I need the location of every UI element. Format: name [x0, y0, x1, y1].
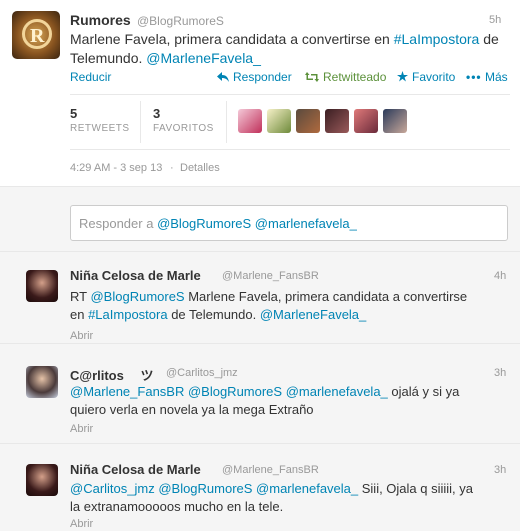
avatar[interactable] — [354, 109, 378, 133]
tweet-text-part: de — [479, 31, 499, 47]
reply-input[interactable]: Responder a @BlogRumoreS @marlenefavela_ — [70, 205, 508, 241]
avatar[interactable]: R — [12, 11, 60, 59]
more-icon: ••• — [466, 70, 482, 84]
author-name[interactable]: Niña Celosa de Marle — [70, 462, 201, 477]
retweet-label: Retwitteado — [323, 70, 387, 84]
author-handle[interactable]: @Carlitos_jmz — [166, 367, 238, 379]
open-link[interactable]: Abrir — [70, 423, 93, 435]
mention-link[interactable]: @BlogRumoreS — [90, 289, 184, 304]
tweet-time[interactable]: 3h — [494, 464, 506, 476]
tweet-time[interactable]: 3h — [494, 367, 506, 379]
divider — [140, 101, 141, 143]
author-handle[interactable]: @BlogRumoreS — [137, 14, 224, 28]
reply-button[interactable]: Responder — [217, 70, 292, 84]
mention-link[interactable]: @Marlene_FansBR @BlogRumoreS @marlenefav… — [70, 384, 388, 399]
collapse-link[interactable]: Reducir — [70, 70, 111, 84]
tweet-text-part: quiero verla en novela ya la mega Extrañ… — [70, 402, 314, 417]
reply-placeholder: Responder a — [79, 216, 158, 231]
avatar[interactable] — [296, 109, 320, 133]
list-item[interactable]: C@rlitos ツ @Carlitos_jmz 3h @Marlene_Fan… — [0, 352, 520, 444]
author-handle[interactable]: @Marlene_FansBR — [222, 464, 319, 476]
list-item[interactable]: Niña Celosa de Marle @Marlene_FansBR 3h … — [0, 450, 520, 531]
tweet-time[interactable]: 4h — [494, 270, 506, 282]
avatar[interactable] — [238, 109, 262, 133]
mention-link[interactable]: @Carlitos_jmz @BlogRumoreS @marlenefavel… — [70, 481, 358, 496]
retweets-count[interactable]: 5 — [70, 106, 77, 121]
author-name[interactable]: C@rlitos ツ — [70, 365, 153, 384]
details-link[interactable]: Detalles — [180, 162, 220, 174]
tweet-text: @Marlene_FansBR @BlogRumoreS @marlenefav… — [70, 383, 515, 419]
hashtag-link[interactable]: #LaImpostora — [88, 307, 168, 322]
tweet-text-part: ojalá y si ya — [387, 384, 460, 399]
tweet-text: Marlene Favela, primera candidata a conv… — [70, 30, 515, 68]
favorites-label[interactable]: FAVORITOS — [153, 123, 214, 134]
avatar[interactable] — [26, 270, 58, 302]
mention-link[interactable]: @MarleneFavela_ — [260, 307, 366, 322]
retweets-label[interactable]: RETWEETS — [70, 123, 130, 134]
favorites-count[interactable]: 3 — [153, 106, 160, 121]
avatar[interactable] — [267, 109, 291, 133]
open-link[interactable]: Abrir — [70, 330, 93, 342]
divider — [226, 101, 227, 143]
more-button[interactable]: ••• Más — [466, 70, 508, 84]
tweet-text-part: Marlene Favela, primera candidata a conv… — [184, 289, 468, 304]
tweet-text-part: Marlene Favela, primera candidata a conv… — [70, 31, 394, 47]
tweet-text: RT @BlogRumoreS Marlene Favela, primera … — [70, 288, 515, 324]
list-item[interactable]: Niña Celosa de Marle @Marlene_FansBR 4h … — [0, 254, 520, 344]
more-label: Más — [484, 70, 508, 84]
avatar[interactable] — [26, 366, 58, 398]
favorite-label: Favorito — [412, 70, 456, 84]
retweet-button[interactable]: Retwitteado — [305, 70, 386, 84]
reply-label: Responder — [233, 70, 292, 84]
tweet-text-part: la extranamooooos mucho en la tele. — [70, 499, 284, 514]
separator-dot: · — [170, 162, 174, 174]
tweet-text-part: Telemundo. — [70, 50, 147, 66]
main-tweet: R Rumores @BlogRumoreS 5h Marlene Favela… — [0, 0, 520, 187]
author-name[interactable]: Rumores — [70, 12, 131, 28]
tweet-text-part: RT — [70, 289, 91, 304]
tweet-text-part: en — [70, 307, 89, 322]
open-link[interactable]: Abrir — [70, 518, 93, 530]
avatar[interactable] — [26, 464, 58, 496]
reply-icon — [217, 72, 229, 82]
tweet-time[interactable]: 5h — [489, 14, 501, 26]
avatar-logo-letter: R — [30, 25, 45, 47]
divider — [70, 94, 510, 95]
mention-link[interactable]: @MarleneFavela_ — [146, 50, 261, 66]
favorite-button[interactable]: Favorito — [397, 70, 455, 84]
author-handle[interactable]: @Marlene_FansBR — [222, 270, 319, 282]
tweet-text: @Carlitos_jmz @BlogRumoreS @marlenefavel… — [70, 480, 515, 516]
hashtag-link[interactable]: #LaImpostora — [394, 31, 480, 47]
tweet-timestamp[interactable]: 4:29 AM - 3 sep 13 — [70, 162, 162, 174]
author-name[interactable]: Niña Celosa de Marle — [70, 268, 201, 283]
avatar[interactable] — [325, 109, 349, 133]
reply-mentions: @BlogRumoreS @marlenefavela_ — [157, 216, 357, 231]
tweet-text-part: de Telemundo. — [167, 307, 260, 322]
star-icon — [397, 71, 408, 82]
retweet-icon — [305, 72, 319, 82]
tweet-text-part: Siii, Ojala q siiiii, ya — [358, 481, 474, 496]
avatar[interactable] — [383, 109, 407, 133]
divider — [70, 149, 510, 150]
